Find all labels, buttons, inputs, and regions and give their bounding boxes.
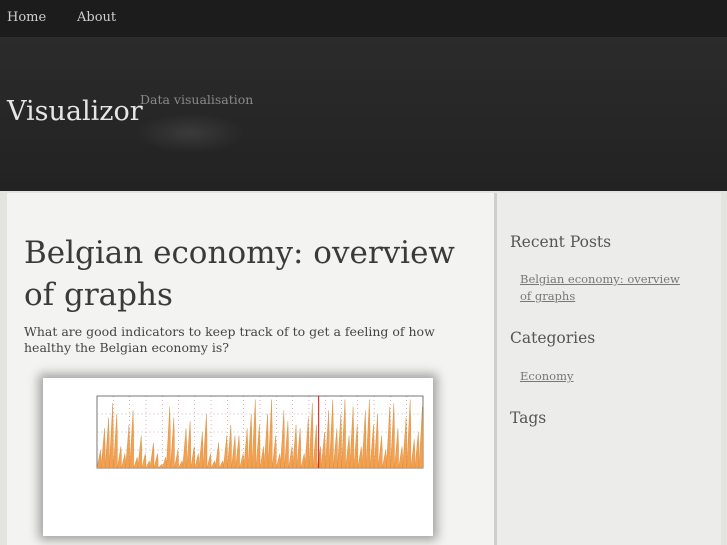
nav-home-link[interactable]: Home	[7, 10, 46, 25]
categories-heading: Categories	[510, 329, 596, 347]
site-header: Visualizor Data visualisation	[0, 38, 727, 191]
header-decoration	[135, 113, 245, 153]
post-chart-image[interactable]	[43, 378, 433, 536]
post-title[interactable]: Belgian economy: overview of graphs	[24, 232, 474, 316]
recent-post-link[interactable]: Belgian economy: overview of graphs	[520, 271, 690, 305]
site-title[interactable]: Visualizor	[7, 96, 143, 127]
post-intro: What are good indicators to keep track o…	[24, 324, 435, 355]
recent-posts-heading: Recent Posts	[510, 233, 612, 251]
category-link-economy[interactable]: Economy	[520, 368, 690, 385]
top-navigation: Home About	[0, 0, 727, 38]
tags-heading: Tags	[510, 409, 547, 427]
site-description: Data visualisation	[140, 92, 254, 107]
nav-about-link[interactable]: About	[77, 10, 116, 25]
area-chart	[96, 395, 424, 469]
